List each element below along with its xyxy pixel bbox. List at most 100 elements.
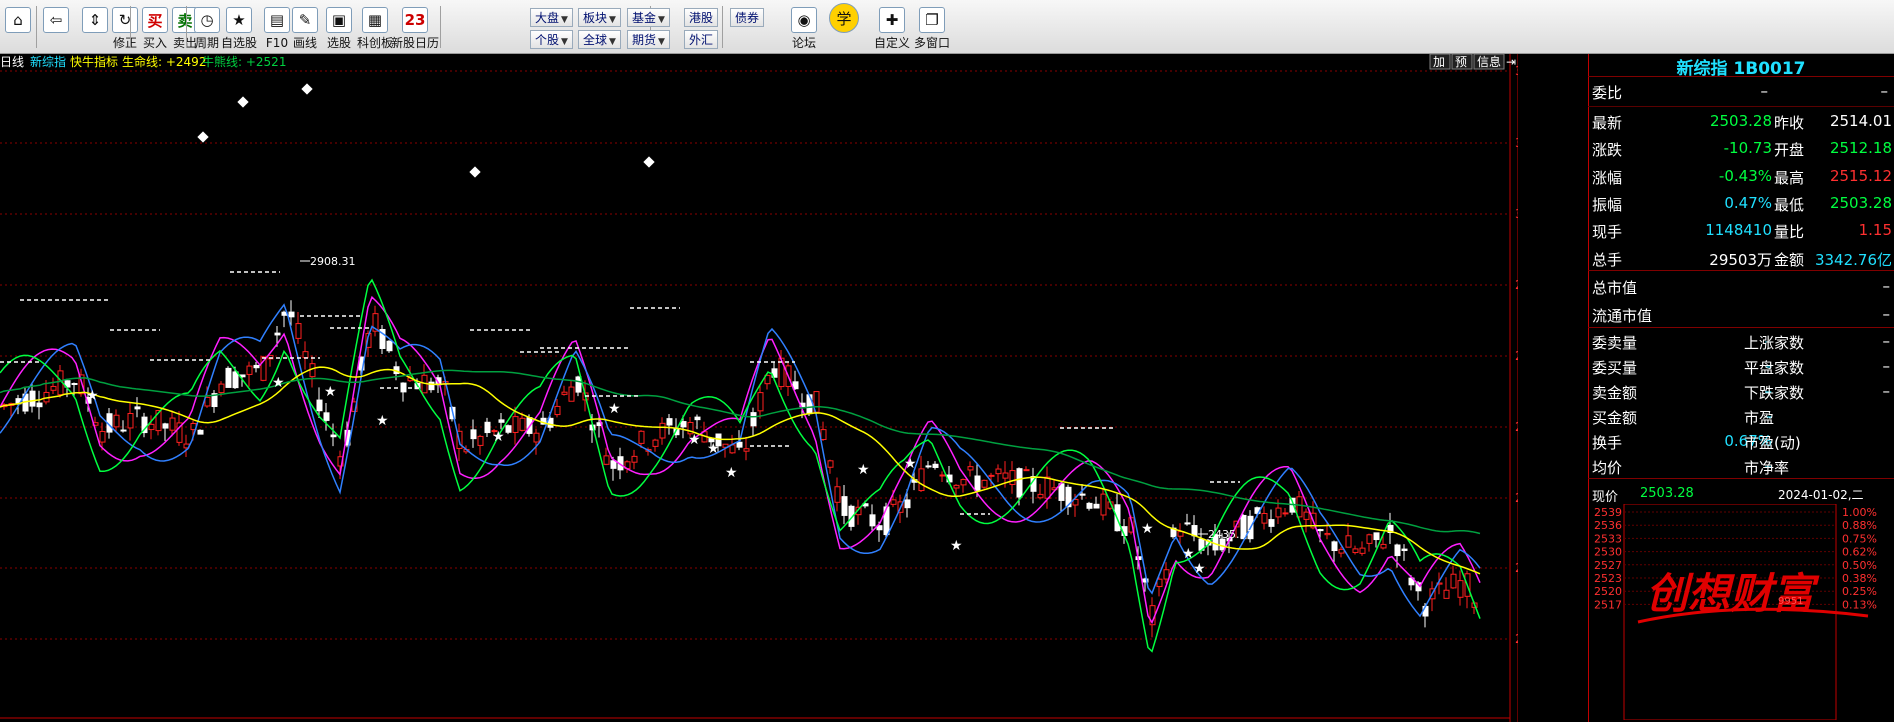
market-button-3[interactable]: 港股 (684, 8, 719, 27)
market-button-label: 个股 (535, 33, 560, 47)
candle-body (274, 332, 281, 336)
mini-right-tick: 0.38% (1842, 572, 1877, 585)
market-button-8[interactable]: 外汇 (684, 30, 719, 49)
quote-row: 总手 29503万 金额 3342.76亿 (1588, 243, 1894, 270)
mini-left-tick: 2536 (1594, 519, 1622, 532)
mini-left-tick: 2539 (1594, 506, 1622, 519)
signal-star-icon: ★ (492, 429, 505, 445)
price-value: 2503.28 (1640, 486, 1694, 501)
stat-key: 市盈(动) (1744, 434, 1801, 452)
signal-star-icon: ★ (86, 388, 99, 404)
candle-body (1282, 512, 1289, 515)
forum-label: 论坛 (791, 36, 816, 50)
learn-button[interactable]: 学 (826, 3, 862, 51)
candle-body (120, 429, 127, 432)
mini-left-tick: 2517 (1594, 598, 1622, 611)
quote-key: 开盘 (1774, 141, 1805, 160)
market-button-1[interactable]: 板块 ▼ (578, 8, 621, 27)
document-icon: ▤ (264, 7, 290, 33)
draw-button[interactable]: ✎ 画线 (290, 3, 320, 51)
candle-body (554, 405, 561, 416)
mini-right-tick: 1.00% (1842, 506, 1877, 519)
candle-body (1058, 483, 1065, 501)
stat-row: 换手 0.67% 市盈(动) (1588, 428, 1894, 453)
candle-body (1093, 503, 1100, 509)
market-button-4[interactable]: 债券 (730, 8, 765, 27)
stat-value: – (1882, 332, 1891, 350)
watchlist-button[interactable]: ★ 自选股 (221, 3, 257, 51)
chart-panel-button-label: 信息 (1477, 54, 1501, 69)
draw-label: 画线 (292, 36, 317, 50)
buy-icon: 买 (142, 7, 168, 33)
chevron-down-icon: ▼ (561, 37, 568, 47)
candle-body (1457, 580, 1464, 598)
toolbar-separator (130, 6, 131, 48)
market-button-5[interactable]: 个股 ▼ (530, 30, 573, 49)
toolbar-separator (722, 6, 723, 48)
multi-button[interactable]: ❐ 多窗口 (914, 3, 950, 51)
mini-left-tick: 2533 (1594, 532, 1622, 545)
custom-label: 自定义 (874, 36, 911, 50)
market-button-label: 债券 (735, 11, 760, 25)
candle-body (533, 432, 540, 443)
stat-key: 上涨家数 (1744, 334, 1805, 352)
quote-value: 2503.28 (1829, 193, 1892, 212)
kechuang-button[interactable]: ▦ 科创板 (357, 3, 393, 51)
buy-button[interactable]: 买买入 (140, 3, 170, 51)
y-tick-label: 2831.52 (1515, 349, 1518, 363)
candle-body (631, 455, 638, 463)
stat-value: – (1882, 382, 1891, 400)
quote-key: 总手 (1592, 250, 1623, 269)
watermark-number: 9951 (1778, 596, 1803, 607)
select-button[interactable]: ▣ 选股 (324, 3, 354, 51)
market-button-6[interactable]: 全球 ▼ (578, 30, 621, 49)
candle-body (323, 412, 330, 421)
signal-star-icon: ★ (376, 413, 389, 429)
market-button-7[interactable]: 期货 ▼ (627, 30, 670, 49)
forum-icon: ◉ (791, 7, 817, 33)
ipo-button[interactable]: 23 新股日历 (391, 3, 439, 51)
candle-body (197, 429, 204, 435)
pin-icon[interactable]: ⇥ (1506, 55, 1516, 69)
candle-body (330, 434, 337, 438)
candle-body (1450, 573, 1457, 589)
market-button-0[interactable]: 大盘 ▼ (530, 8, 573, 27)
candle-body (666, 418, 673, 426)
market-button-label: 港股 (689, 11, 714, 25)
candle-body (519, 417, 526, 431)
f10-button[interactable]: ▤ F10 (262, 3, 292, 51)
ipo-icon: 23 (402, 7, 428, 33)
candle-body (1401, 548, 1408, 552)
custom-button[interactable]: ✚ 自定义 (874, 3, 910, 51)
quote-value: 2514.01 (1829, 112, 1892, 130)
candle-body (1331, 541, 1338, 552)
candle-body (981, 479, 988, 488)
candle-body (498, 419, 505, 423)
back-button[interactable]: ⇦ (38, 3, 74, 51)
signal-star-icon: ★ (1182, 546, 1195, 562)
y-tick-label: 2441.41 (1515, 632, 1518, 646)
weibi-value: – (1760, 82, 1769, 100)
stat-row: 委买量 – 平盘家数 – (1588, 353, 1894, 378)
candle-body (1352, 548, 1359, 554)
weibi-row: 委比 – – (1588, 76, 1894, 107)
quote-key: 金额 (1774, 250, 1805, 269)
updown-button[interactable]: ⇕ (80, 3, 110, 51)
market-button-label: 期货 (632, 33, 657, 47)
quote-value: 1148410 (1705, 221, 1772, 240)
f10-label: F10 (265, 36, 289, 50)
kline-chart[interactable]: 3221.633124.443027.262928.712831.522734.… (0, 54, 1518, 722)
xiuzheng-button[interactable]: ↻ 修正 (110, 3, 140, 51)
period-button[interactable]: ◷ 周期 (192, 3, 222, 51)
chart-panel-button-label: 加 (1433, 55, 1445, 69)
candle-body (890, 499, 897, 505)
refresh-icon: ↻ (112, 7, 138, 33)
candle-body (1345, 535, 1352, 548)
signal-star-icon: ★ (1193, 561, 1206, 577)
home-button[interactable]: ⌂ (0, 3, 36, 51)
market-button-2[interactable]: 基金 ▼ (627, 8, 670, 27)
chevron-down-icon: ▼ (609, 15, 616, 25)
forum-button[interactable]: ◉ 论坛 (786, 3, 822, 51)
candle-body (232, 371, 239, 389)
signal-star-icon: ★ (688, 432, 701, 448)
